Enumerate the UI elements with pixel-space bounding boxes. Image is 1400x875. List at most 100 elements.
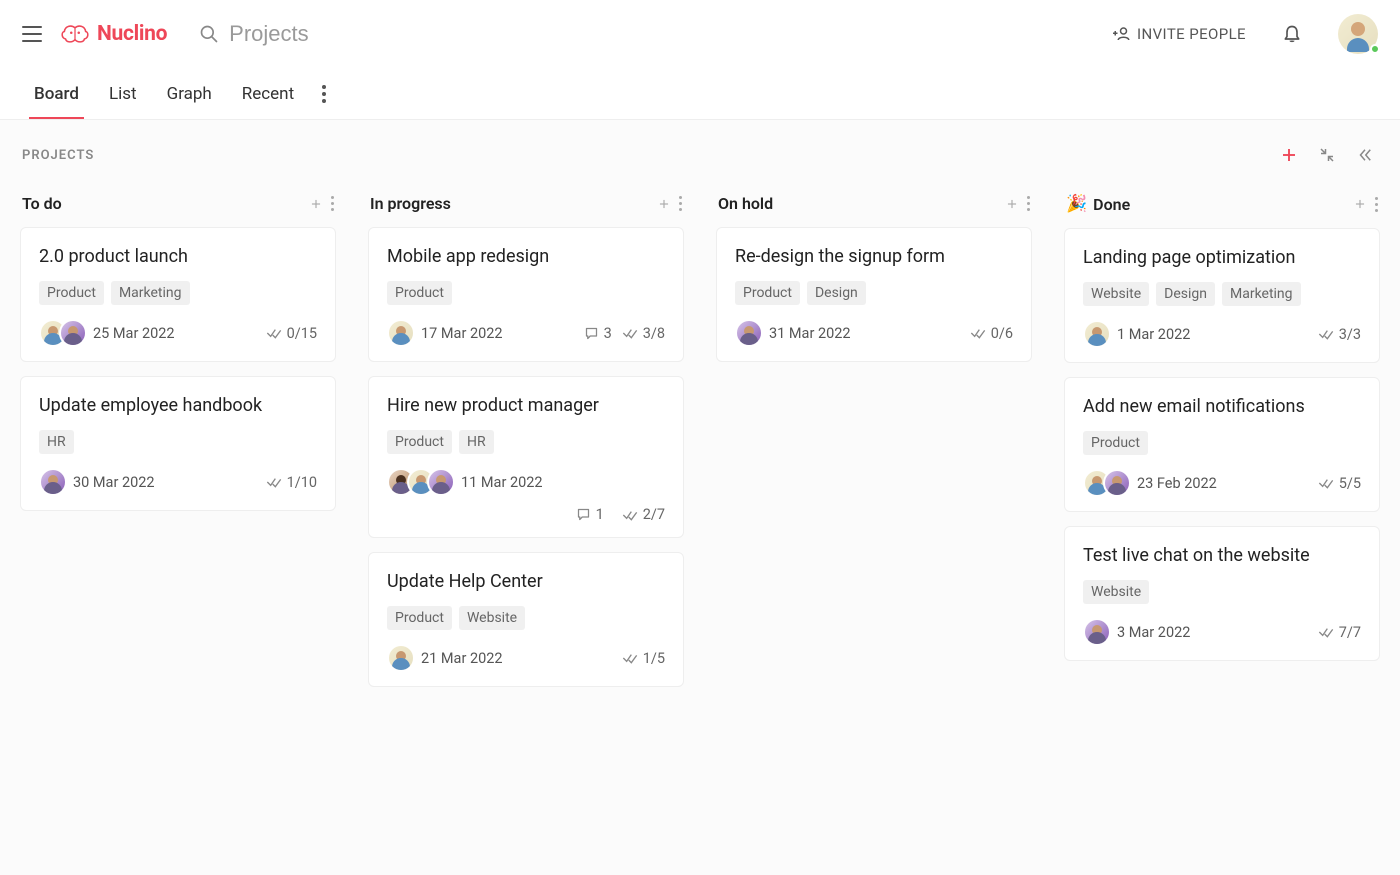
- tag: HR: [459, 430, 494, 454]
- assignees: [387, 644, 407, 672]
- assignees: [1083, 618, 1103, 646]
- tab-more-icon[interactable]: [322, 85, 326, 103]
- tab-board[interactable]: Board: [34, 68, 79, 119]
- card-title: Mobile app redesign: [387, 246, 665, 267]
- card-tags: HR: [39, 430, 317, 454]
- assignee-avatar: [387, 644, 415, 672]
- checklist-progress: 3/3: [1318, 326, 1361, 343]
- tag: Product: [387, 281, 452, 305]
- tag: Product: [1083, 431, 1148, 455]
- card-tags: ProductDesign: [735, 281, 1013, 305]
- card-tags: ProductHR: [387, 430, 665, 454]
- card-meta-row2: 12/7: [387, 506, 665, 523]
- assignee-avatar: [59, 319, 87, 347]
- tab-graph[interactable]: Graph: [167, 68, 212, 119]
- bell-icon: [1282, 23, 1302, 45]
- column-header: 🎉Done: [1054, 186, 1390, 228]
- card-meta: 1 Mar 2022 3/3: [1083, 320, 1361, 348]
- search[interactable]: [199, 21, 449, 47]
- card[interactable]: Mobile app redesign Product 17 Mar 2022 3 3/…: [368, 227, 684, 362]
- comment-count: 3: [584, 325, 612, 342]
- collapse-icon: [1318, 146, 1336, 164]
- column-menu-icon[interactable]: [679, 196, 682, 211]
- checklist-icon: [970, 326, 986, 340]
- card-meta: 25 Mar 20220/15: [39, 319, 317, 347]
- notifications-button[interactable]: [1282, 23, 1302, 45]
- card[interactable]: Add new email notifications Product 23 Feb…: [1064, 377, 1380, 512]
- due-date: 21 Mar 2022: [421, 650, 503, 667]
- card[interactable]: 2.0 product launch Product Marketing 25 Mar…: [20, 227, 336, 362]
- card[interactable]: Landing page optimizationWebsiteDesignMa…: [1064, 228, 1380, 363]
- add-column-button[interactable]: [1276, 142, 1302, 168]
- column-menu-icon[interactable]: [1375, 197, 1378, 212]
- column-title: To do: [22, 194, 62, 213]
- due-date: 25 Mar 2022: [93, 325, 175, 342]
- menu-icon[interactable]: [22, 24, 42, 44]
- card-tags: Product Marketing: [39, 281, 317, 305]
- card-title: 2.0 product launch: [39, 246, 317, 267]
- logo[interactable]: Nuclino: [60, 22, 167, 46]
- assignees: [39, 468, 59, 496]
- tag: Product: [735, 281, 800, 305]
- hide-panel-button[interactable]: [1352, 142, 1378, 168]
- view-tabs: Board List Graph Recent: [0, 68, 1400, 120]
- card-title: Update Help Center: [387, 571, 665, 592]
- search-input[interactable]: [229, 21, 449, 47]
- card-tags: Product: [1083, 431, 1361, 455]
- card[interactable]: Update employee handbook HR 30 Mar 2022 1/1…: [20, 376, 336, 511]
- card-title: Hire new product manager: [387, 395, 665, 416]
- tag: Marketing: [111, 281, 190, 305]
- collapse-button[interactable]: [1314, 142, 1340, 168]
- checklist-icon: [622, 651, 638, 665]
- tab-list[interactable]: List: [109, 68, 137, 119]
- checklist-progress: 3/8: [622, 325, 665, 342]
- assignee-avatar: [1083, 618, 1111, 646]
- search-icon: [199, 24, 219, 44]
- breadcrumb: PROJECTS: [22, 148, 94, 163]
- checklist-progress: 2/7: [622, 506, 665, 523]
- card[interactable]: Update Help CenterProductWebsite21 Mar 2…: [368, 552, 684, 687]
- card-title: Update employee handbook: [39, 395, 317, 416]
- column-menu-icon[interactable]: [1027, 196, 1030, 211]
- add-card-button[interactable]: [309, 197, 323, 211]
- card-tags: WebsiteDesignMarketing: [1083, 282, 1361, 306]
- checklist-icon: [266, 326, 282, 340]
- card[interactable]: Test live chat on the websiteWebsite3 Ma…: [1064, 526, 1380, 661]
- board: To do2.0 product launchProductMarketing2…: [0, 176, 1400, 711]
- add-card-button[interactable]: [657, 197, 671, 211]
- invite-icon: [1113, 25, 1131, 43]
- invite-label: INVITE PEOPLE: [1137, 25, 1246, 43]
- tab-recent[interactable]: Recent: [242, 68, 294, 119]
- checklist-progress: 7/7: [1318, 624, 1361, 641]
- add-card-button[interactable]: [1353, 197, 1367, 211]
- tag: Website: [1083, 282, 1149, 306]
- due-date: 17 Mar 2022: [421, 325, 503, 342]
- column-menu-icon[interactable]: [331, 196, 334, 211]
- invite-people-button[interactable]: INVITE PEOPLE: [1113, 25, 1246, 43]
- column-title: In progress: [370, 194, 451, 213]
- add-card-button[interactable]: [1005, 197, 1019, 211]
- assignee-avatar: [1083, 320, 1111, 348]
- presence-indicator: [1370, 44, 1380, 54]
- card-tags: Website: [1083, 580, 1361, 604]
- assignees: [1083, 469, 1123, 497]
- tag: Product: [39, 281, 104, 305]
- card-meta: 17 Mar 2022 3 3/8: [387, 319, 665, 347]
- plus-icon: [309, 197, 323, 211]
- user-avatar[interactable]: [1338, 14, 1378, 54]
- card-meta: 21 Mar 20221/5: [387, 644, 665, 672]
- due-date: 30 Mar 2022: [73, 474, 155, 491]
- card[interactable]: Re-design the signup formProductDesign31…: [716, 227, 1032, 362]
- assignees: [387, 468, 447, 496]
- card[interactable]: Hire new product managerProductHR11 Mar …: [368, 376, 684, 538]
- card-title: Add new email notifications: [1083, 396, 1361, 417]
- board-column: 🎉DoneLanding page optimizationWebsiteDes…: [1054, 186, 1390, 701]
- due-date: 1 Mar 2022: [1117, 326, 1190, 343]
- due-date: 23 Feb 2022: [1137, 475, 1217, 492]
- assignee-avatar: [387, 319, 415, 347]
- checklist-progress: 1/10: [266, 474, 317, 491]
- checklist-icon: [1318, 476, 1334, 490]
- assignee-avatar: [735, 319, 763, 347]
- assignee-avatar: [39, 468, 67, 496]
- plus-icon: [1353, 197, 1367, 211]
